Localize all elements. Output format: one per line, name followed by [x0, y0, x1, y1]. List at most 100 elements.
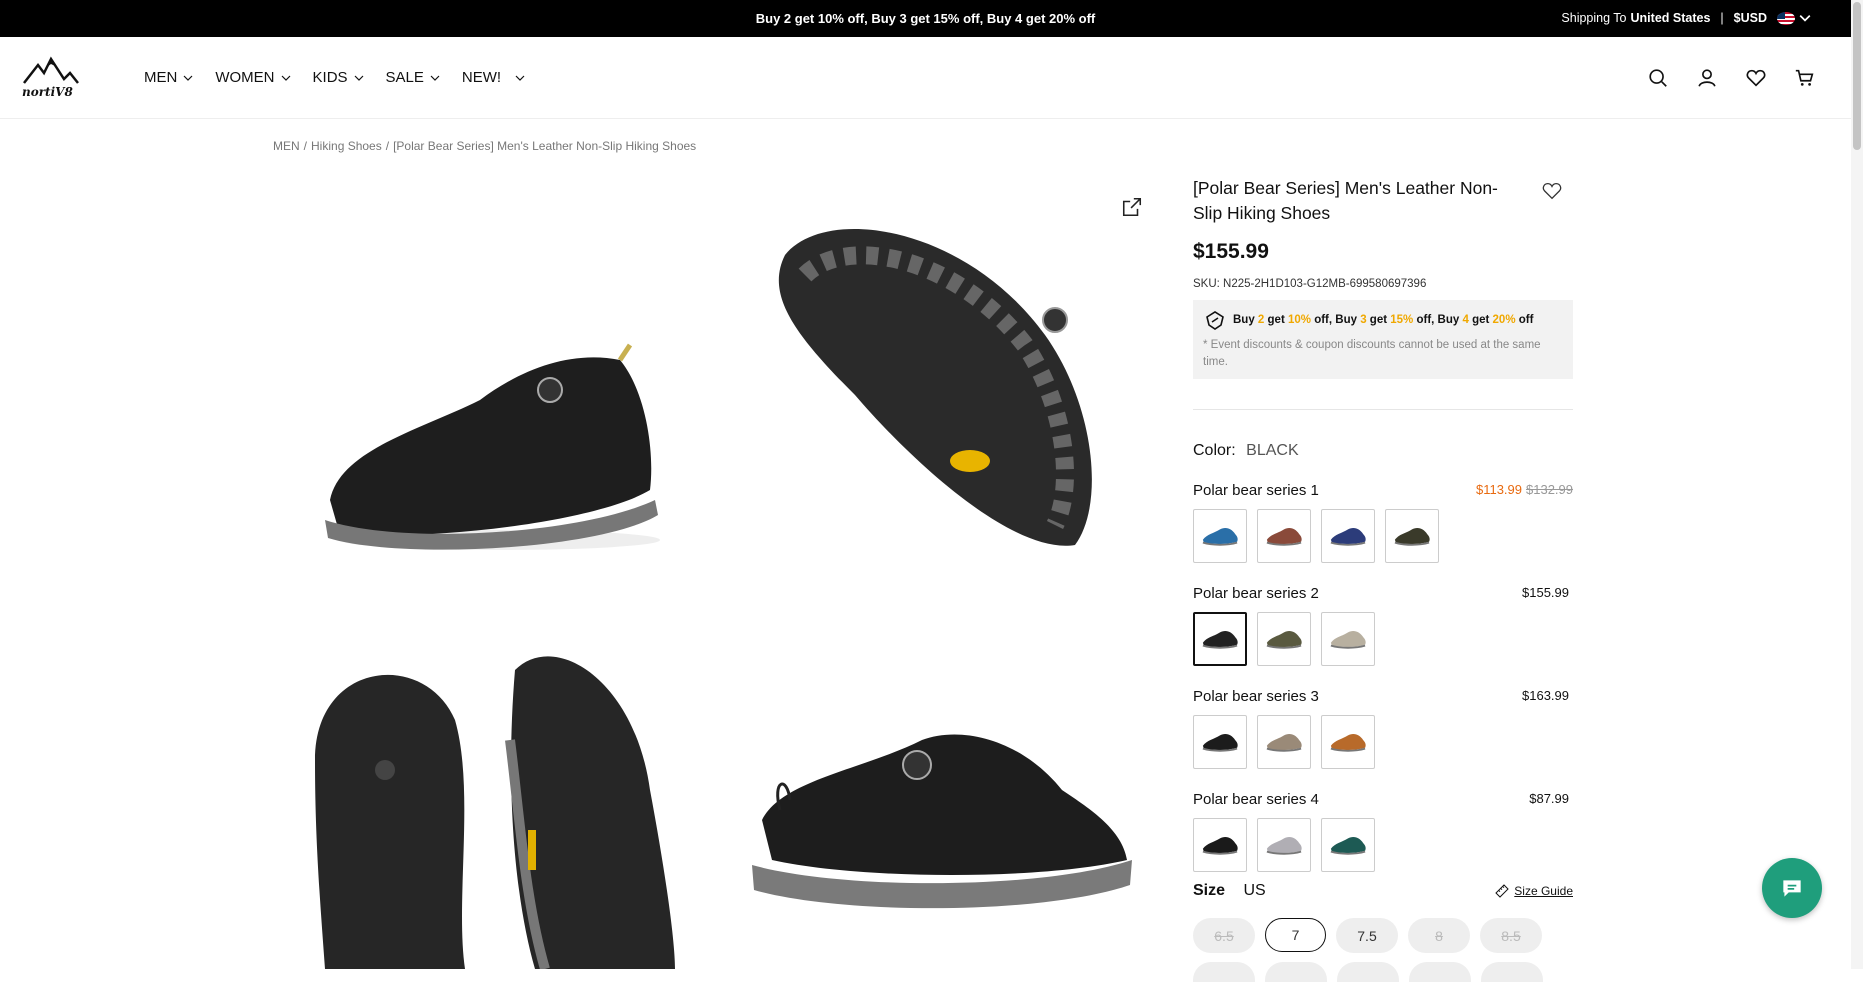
size-option[interactable]: 8.5: [1480, 918, 1542, 953]
cart-icon[interactable]: [1794, 67, 1816, 89]
color-swatch[interactable]: [1193, 509, 1247, 563]
series-price: $87.99: [1529, 791, 1573, 808]
color-swatch[interactable]: [1321, 715, 1375, 769]
share-icon[interactable]: [1121, 196, 1143, 218]
chevron-down-icon: [1799, 15, 1811, 22]
size-option[interactable]: [1193, 962, 1255, 982]
size-option[interactable]: [1337, 962, 1399, 982]
nav-sale[interactable]: SALE: [386, 69, 440, 86]
size-option[interactable]: [1265, 962, 1327, 982]
size-option[interactable]: [1409, 962, 1471, 982]
color-selector-label: Color: BLACK: [1193, 442, 1573, 460]
shipping-separator: |: [1720, 11, 1724, 25]
color-swatch[interactable]: [1321, 612, 1375, 666]
shoe-thumbnail-icon: [1202, 528, 1238, 546]
size-label: Size: [1193, 882, 1226, 899]
shoe-thumbnail-icon: [1394, 528, 1430, 546]
site-header: nortiV8 MEN WOMEN KIDS SALE NEW!: [0, 37, 1851, 119]
wishlist-icon[interactable]: [1745, 67, 1767, 89]
announcement-bar: Buy 2 get 10% off, Buy 3 get 15% off, Bu…: [0, 0, 1851, 37]
nav-kids[interactable]: KIDS: [313, 69, 364, 86]
breadcrumb-men[interactable]: MEN: [273, 139, 300, 153]
size-options: 6.5 7 7.5 8 8.5: [1193, 918, 1542, 953]
series-header: Polar bear series 4 $87.99: [1193, 791, 1573, 808]
add-to-wishlist-heart-icon[interactable]: [1541, 180, 1563, 202]
ruler-icon: [1495, 884, 1510, 898]
series-name: Polar bear series 1: [1193, 482, 1319, 499]
color-swatch[interactable]: [1193, 715, 1247, 769]
size-unit[interactable]: US: [1243, 882, 1265, 899]
promo-part: off, Buy: [1413, 314, 1463, 326]
size-option[interactable]: 7: [1265, 918, 1326, 952]
series-header: Polar bear series 2 $155.99: [1193, 585, 1573, 602]
size-guide-link[interactable]: Size Guide: [1494, 883, 1573, 899]
promo-part: 10%: [1287, 314, 1311, 326]
color-swatch[interactable]: [1321, 818, 1375, 872]
color-swatch[interactable]: [1257, 612, 1311, 666]
page-scrollbar[interactable]: [1851, 0, 1863, 969]
color-swatch[interactable]: [1257, 509, 1311, 563]
color-swatch[interactable]: [1321, 509, 1375, 563]
scrollbar-thumb[interactable]: [1853, 2, 1861, 150]
breadcrumb-separator: /: [385, 139, 390, 153]
color-swatch[interactable]: [1257, 715, 1311, 769]
breadcrumb-current: [Polar Bear Series] Men's Leather Non-Sl…: [393, 139, 697, 153]
svg-text:nortiV8: nortiV8: [22, 85, 73, 99]
chat-button[interactable]: [1762, 858, 1822, 918]
breadcrumb: MEN / Hiking Shoes / [Polar Bear Series] Men…: [273, 139, 700, 153]
size-option[interactable]: [1481, 962, 1543, 982]
color-series-1: Polar bear series 1 $113.99 $132.99: [1193, 482, 1573, 563]
nav-kids-label: KIDS: [312, 69, 348, 86]
shoe-thumbnail-icon: [1330, 734, 1366, 752]
search-icon[interactable]: [1647, 67, 1669, 89]
series-header: Polar bear series 1 $113.99 $132.99: [1193, 482, 1573, 499]
size-options-next-row: [1193, 962, 1543, 982]
swatch-row: [1193, 715, 1573, 769]
promo-part: get: [1264, 314, 1288, 326]
product-image-sole-view[interactable]: [765, 215, 1110, 555]
series-sale-price: $155.99: [1522, 585, 1569, 600]
color-series-4: Polar bear series 4 $87.99: [1193, 791, 1573, 872]
series-name: Polar bear series 4: [1193, 791, 1319, 808]
product-image-side-view[interactable]: [300, 330, 670, 580]
main-nav: MEN WOMEN KIDS SALE NEW!: [144, 69, 547, 86]
shoe-thumbnail-icon: [1330, 837, 1366, 855]
nav-men[interactable]: MEN: [144, 69, 193, 86]
shipping-selector[interactable]: Shipping To United States | $USD: [1561, 11, 1811, 25]
size-option[interactable]: 8: [1408, 918, 1470, 953]
color-swatch[interactable]: [1385, 509, 1439, 563]
size-option[interactable]: 7.5: [1336, 918, 1398, 953]
breadcrumb-separator: /: [303, 139, 308, 153]
shoe-thumbnail-icon: [1330, 528, 1366, 546]
series-sale-price: $113.99: [1475, 482, 1522, 497]
promo-note: * Event discounts & coupon discounts can…: [1203, 339, 1541, 368]
series-header: Polar bear series 3 $163.99: [1193, 688, 1573, 705]
product-image-top-view[interactable]: [305, 640, 695, 969]
divider: [1193, 409, 1573, 410]
chevron-down-icon: [183, 75, 193, 81]
nav-new-label: NEW!: [461, 69, 502, 86]
nav-new[interactable]: NEW!: [462, 69, 525, 86]
shoe-thumbnail-icon: [1202, 631, 1238, 649]
shoe-thumbnail-icon: [1202, 837, 1238, 855]
nav-women[interactable]: WOMEN: [215, 69, 290, 86]
promo-part: off, Buy: [1311, 314, 1361, 326]
breadcrumb-hiking-shoes[interactable]: Hiking Shoes: [311, 139, 382, 153]
series-name: Polar bear series 2: [1193, 585, 1319, 602]
currency: $USD: [1733, 11, 1767, 25]
color-swatch[interactable]: [1257, 818, 1311, 872]
account-icon[interactable]: [1696, 67, 1718, 89]
nortiv8-logo[interactable]: nortiV8: [20, 55, 80, 99]
nav-sale-label: SALE: [385, 69, 424, 86]
chat-bubble-icon: [1783, 880, 1801, 897]
swatch-row: [1193, 818, 1573, 872]
chevron-down-icon: [430, 75, 440, 81]
promo-line: Buy 2 get 10% off, Buy 3 get 15% off, Bu…: [1203, 308, 1563, 332]
product-image-angle-view[interactable]: [742, 720, 1132, 920]
size-option[interactable]: 6.5: [1193, 918, 1255, 953]
product-info: [Polar Bear Series] Men's Leather Non-Sl…: [1193, 176, 1573, 872]
nav-men-label: MEN: [144, 69, 178, 86]
color-swatch[interactable]: [1193, 818, 1247, 872]
color-swatch[interactable]: [1193, 612, 1247, 666]
shipping-country: United States: [1630, 11, 1711, 25]
